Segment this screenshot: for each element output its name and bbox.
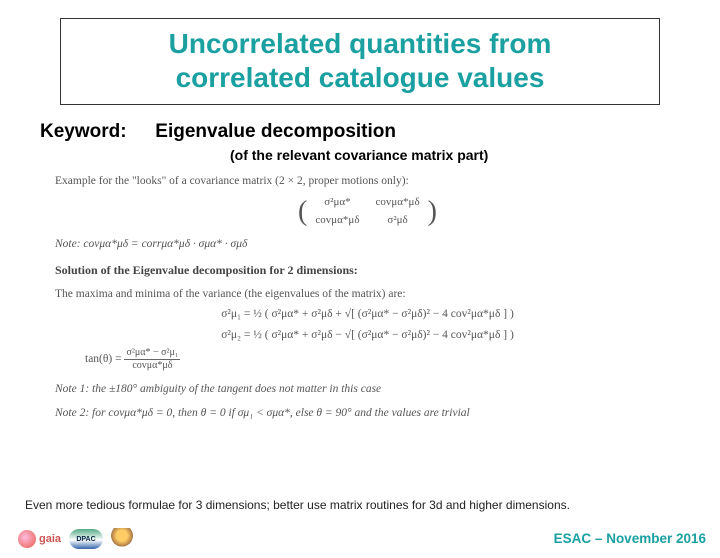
bottom-note: Even more tedious formulae for 3 dimensi… <box>25 498 695 512</box>
eigenvalue-eq-1: σ²μ₁ = ½ ( σ²μα* + σ²μδ + √[ (σ²μα* − σ²… <box>55 306 680 323</box>
solution-heading: Solution of the Eigenvalue decomposition… <box>55 262 680 279</box>
note-cov: Note: covμα*μδ = corrμα*μδ · σμα* · σμδ <box>55 236 680 253</box>
keyword-sub: (of the relevant covariance matrix part) <box>230 147 720 163</box>
dpac-logo: DPAC <box>69 529 103 549</box>
solution-sub: The maxima and minima of the variance (t… <box>55 286 680 303</box>
example-label: Example for the "looks" of a covariance … <box>55 173 680 190</box>
cov-m12: covμα*μδ <box>368 194 428 212</box>
eq3-num: σ²μα* − σ²μ₁ <box>124 348 180 360</box>
eq1-rhs: ½ ( σ²μα* + σ²μδ + √[ (σ²μα* − σ²μδ)² − … <box>253 308 514 320</box>
covariance-matrix: ( σ²μα*covμα*μδ covμα*μδσ²μδ ) <box>55 194 680 230</box>
footer-right-text: ESAC – November 2016 <box>554 531 706 546</box>
eigenvalue-eq-2: σ²μ₂ = ½ ( σ²μα* + σ²μδ − √[ (σ²μα* − σ²… <box>55 327 680 344</box>
footer: gaia DPAC ESAC – November 2016 <box>0 520 720 552</box>
cov-m21: covμα*μδ <box>307 212 367 230</box>
keyword-value: Eigenvalue decomposition <box>155 121 396 143</box>
eq3-den: covμα*μδ <box>124 360 180 371</box>
eq1-lhs: σ²μ₁ = <box>221 308 250 320</box>
cov-m22: σ²μδ <box>368 212 428 230</box>
gaia-logo-text: gaia <box>39 533 61 545</box>
math-area: Example for the "looks" of a covariance … <box>55 173 680 422</box>
gaia-logo: gaia <box>18 530 61 548</box>
keyword-label: Keyword: <box>40 121 150 143</box>
footer-logos: gaia DPAC <box>18 528 133 550</box>
title-box: Uncorrelated quantities from correlated … <box>60 18 660 105</box>
gaia-swirl-icon <box>18 530 36 548</box>
tan-theta-eq: tan(θ) = σ²μα* − σ²μ₁ covμα*μδ <box>85 348 680 371</box>
title-line-1: Uncorrelated quantities from <box>73 27 647 61</box>
eq2-lhs: σ²μ₂ = <box>221 329 250 341</box>
crown-logo-icon <box>111 528 133 550</box>
keyword-row: Keyword: Eigenvalue decomposition <box>40 121 720 143</box>
eq3-lhs: tan(θ) = <box>85 353 122 365</box>
eq2-rhs: ½ ( σ²μα* + σ²μδ − √[ (σ²μα* − σ²μδ)² − … <box>253 329 514 341</box>
note-1: Note 1: the ±180° ambiguity of the tange… <box>55 381 680 398</box>
title-line-2: correlated catalogue values <box>73 61 647 95</box>
cov-m11: σ²μα* <box>307 194 367 212</box>
note-2: Note 2: for covμα*μδ = 0, then θ = 0 if … <box>55 405 680 422</box>
